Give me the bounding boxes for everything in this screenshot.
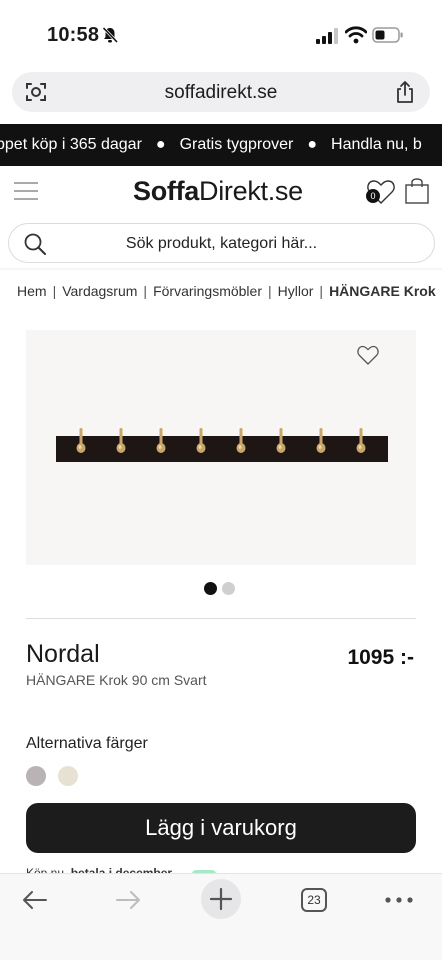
search-placeholder: Sök produkt, kategori här... bbox=[125, 235, 318, 252]
coat-rack-board bbox=[56, 428, 388, 462]
bell-off-icon bbox=[102, 26, 119, 44]
breadcrumb-item-hyllor[interactable]: Hyllor bbox=[278, 283, 314, 299]
product-name: Nordal bbox=[26, 640, 100, 668]
favorite-heart-icon[interactable] bbox=[356, 344, 380, 366]
forward-arrow-icon[interactable] bbox=[115, 889, 141, 911]
promo-bar: ppet köp i 365 dagar ● Gratis tygprover ● Ha… bbox=[0, 124, 442, 166]
section-divider bbox=[26, 618, 416, 619]
share-icon[interactable] bbox=[394, 80, 416, 104]
site-logo[interactable]: SoffaDirekt.se bbox=[133, 176, 303, 207]
promo-item: Handla nu, b bbox=[331, 136, 422, 153]
signal-icon bbox=[316, 28, 338, 44]
breadcrumb-separator: | bbox=[319, 283, 324, 299]
breadcrumb-separator: | bbox=[52, 283, 57, 299]
breadcrumb-item-current: HÄNGARE Krok bbox=[329, 283, 436, 299]
logo-bold-text: Soffa bbox=[133, 176, 200, 206]
promo-separator: ● bbox=[307, 136, 318, 153]
logo-rest-text: Direkt.se bbox=[199, 176, 303, 206]
battery-icon bbox=[372, 27, 403, 43]
site-header: SoffaDirekt.se 0 bbox=[0, 166, 442, 218]
more-options-icon[interactable] bbox=[384, 890, 414, 910]
hook-icon bbox=[316, 428, 326, 453]
color-swatch-grey[interactable] bbox=[26, 766, 46, 786]
breadcrumb-separator: | bbox=[143, 283, 148, 299]
add-to-cart-button[interactable]: Lägg i varukorg bbox=[26, 803, 416, 853]
image-carousel-dots bbox=[204, 582, 244, 596]
alternative-colors-label: Alternativa färger bbox=[26, 735, 148, 752]
hook-icon bbox=[156, 428, 166, 453]
hook-icon bbox=[116, 428, 126, 453]
product-price: 1095 :- bbox=[347, 646, 414, 669]
breadcrumb-separator: | bbox=[268, 283, 272, 299]
breadcrumb: Hem | Vardagsrum | Förvaringsmöbler | Hyllor | H… bbox=[17, 283, 442, 299]
hook-icon bbox=[76, 428, 86, 453]
address-bar[interactable]: soffadirekt.se bbox=[12, 72, 430, 112]
breadcrumb-item-hem[interactable]: Hem bbox=[17, 283, 47, 299]
product-subtitle: HÄNGARE Krok 90 cm Svart bbox=[26, 672, 207, 688]
hook-icon bbox=[196, 428, 206, 453]
promo-item: ppet köp i 365 dagar bbox=[0, 136, 142, 153]
carousel-dot[interactable] bbox=[222, 582, 235, 595]
promo-item: Gratis tygprover bbox=[179, 136, 294, 153]
plus-icon bbox=[209, 887, 233, 911]
tabs-count-button[interactable]: 23 bbox=[301, 888, 327, 912]
new-tab-button[interactable] bbox=[201, 879, 241, 919]
breadcrumb-item-forvaringsmobler[interactable]: Förvaringsmöbler bbox=[153, 283, 262, 299]
breadcrumb-item-vardagsrum[interactable]: Vardagsrum bbox=[62, 283, 137, 299]
header-divider bbox=[0, 268, 442, 271]
color-swatch-beige[interactable] bbox=[58, 766, 78, 786]
hook-icon bbox=[236, 428, 246, 453]
promo-track: ppet köp i 365 dagar ● Gratis tygprover ● Ha… bbox=[0, 136, 422, 154]
back-arrow-icon[interactable] bbox=[22, 889, 48, 911]
browser-toolbar: 23 bbox=[0, 873, 442, 960]
wifi-icon bbox=[345, 26, 367, 44]
hamburger-menu-icon[interactable] bbox=[14, 180, 38, 202]
shopping-bag-icon[interactable] bbox=[404, 176, 430, 204]
address-url[interactable]: soffadirekt.se bbox=[12, 82, 430, 104]
search-input[interactable]: Sök produkt, kategori här... bbox=[8, 223, 435, 263]
carousel-dot-active[interactable] bbox=[204, 582, 217, 595]
status-time: 10:58 bbox=[47, 24, 100, 46]
status-bar: 10:58 bbox=[0, 0, 442, 68]
promo-separator: ● bbox=[155, 136, 166, 153]
product-image[interactable] bbox=[26, 330, 416, 565]
wishlist-count-badge: 0 bbox=[366, 189, 380, 203]
hook-icon bbox=[356, 428, 366, 453]
hook-icon bbox=[276, 428, 286, 453]
